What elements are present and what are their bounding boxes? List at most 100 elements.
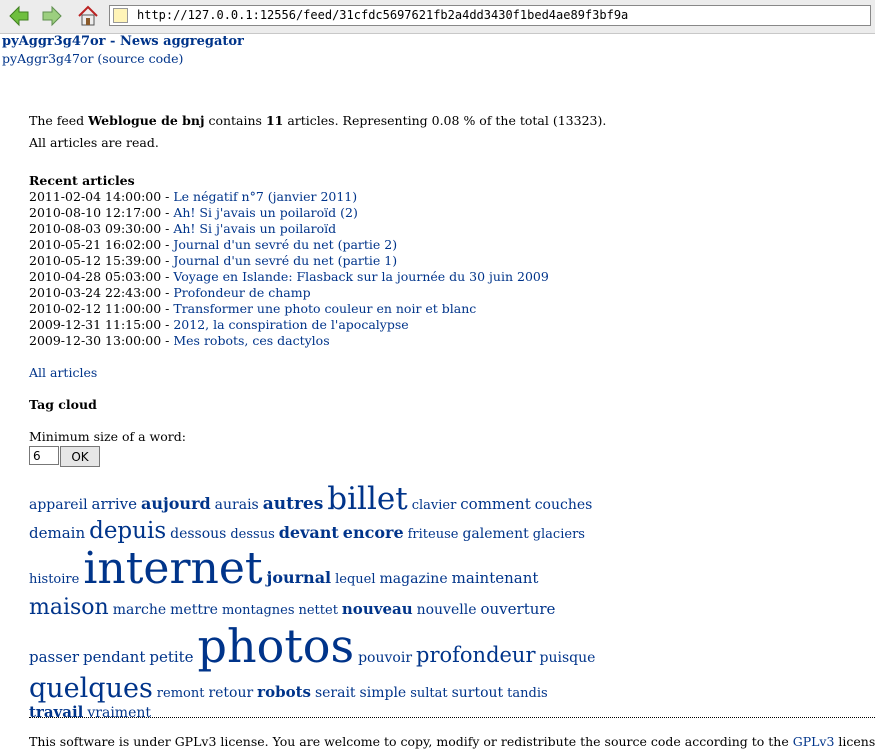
recent-articles-list: 2011-02-04 14:00:00 - Le négatif n°7 (ja… — [29, 189, 869, 349]
article-row: 2009-12-30 13:00:00 - Mes robots, ces da… — [29, 333, 869, 349]
article-link[interactable]: Ah! Si j'avais un poilaroïd — [173, 221, 336, 236]
back-arrow-icon[interactable] — [7, 4, 31, 28]
tag-word-link[interactable]: internet — [83, 543, 262, 594]
tag-word-link[interactable]: petite — [149, 648, 193, 666]
tag-word-link[interactable]: nouveau — [342, 600, 413, 618]
article-row: 2010-03-24 22:43:00 - Profondeur de cham… — [29, 285, 869, 301]
article-link[interactable]: Journal d'un sevré du net (partie 2) — [173, 237, 397, 252]
tag-word-link[interactable]: mettre — [170, 602, 218, 618]
summary-middle: contains — [204, 113, 266, 128]
tag-word-link[interactable]: retour — [208, 685, 253, 701]
footer-text-end: license. — [838, 734, 875, 749]
tag-word-link[interactable]: couches — [535, 497, 593, 513]
tag-word-link[interactable]: encore — [343, 523, 404, 542]
address-bar[interactable]: http://127.0.0.1:12556/feed/31cfdc569762… — [109, 5, 871, 26]
tag-word-link[interactable]: dessus — [230, 527, 274, 542]
tag-word-link[interactable]: montagnes — [222, 603, 295, 618]
home-icon[interactable] — [76, 4, 100, 28]
tag-word-link[interactable]: demain — [29, 524, 85, 542]
tag-word-link[interactable]: maintenant — [452, 569, 539, 587]
article-row: 2010-02-12 11:00:00 - Transformer une ph… — [29, 301, 869, 317]
tag-word-link[interactable]: dessous — [170, 526, 226, 542]
article-link[interactable]: Journal d'un sevré du net (partie 1) — [173, 253, 397, 268]
article-row: 2009-12-31 11:15:00 - 2012, la conspirat… — [29, 317, 869, 333]
article-link[interactable]: Voyage en Islande: Flasback sur la journ… — [173, 269, 548, 284]
article-date: 2009-12-30 13:00:00 - — [29, 333, 174, 348]
tag-word-link[interactable]: tandis — [507, 686, 548, 701]
tag-word-link[interactable]: clavier — [412, 498, 457, 513]
browser-toolbar: http://127.0.0.1:12556/feed/31cfdc569762… — [0, 0, 875, 34]
tag-word-link[interactable]: serait — [315, 685, 356, 701]
tag-word-link[interactable]: simple — [360, 685, 407, 701]
tag-word-link[interactable]: pendant — [83, 648, 145, 666]
url-text[interactable]: http://127.0.0.1:12556/feed/31cfdc569762… — [137, 8, 628, 22]
tag-word-link[interactable]: vraiment — [87, 705, 151, 721]
article-link[interactable]: Mes robots, ces dactylos — [173, 333, 329, 348]
site-title-link[interactable]: pyAggr3g47or - News aggregator — [2, 34, 244, 49]
tag-word-link[interactable]: aujourd — [141, 494, 211, 513]
tag-word-link[interactable]: friteuse — [408, 527, 459, 542]
tag-word-link[interactable]: puisque — [539, 650, 595, 666]
article-date: 2011-02-04 14:00:00 - — [29, 189, 174, 204]
summary-suffix: articles. Representing 0.08 % of the tot… — [283, 113, 607, 128]
tag-word-link[interactable]: billet — [327, 481, 407, 517]
tag-word-link[interactable]: quelques — [29, 673, 153, 704]
min-size-input[interactable] — [29, 446, 59, 465]
tag-word-link[interactable]: maison — [29, 595, 109, 620]
tag-word-link[interactable]: journal — [267, 568, 332, 587]
tag-word-link[interactable]: ouverture — [480, 600, 555, 618]
article-date: 2010-08-10 12:17:00 - — [29, 205, 174, 220]
tag-cloud-heading: Tag cloud — [29, 397, 97, 412]
tag-word-link[interactable]: comment — [460, 495, 530, 513]
article-date: 2010-03-24 22:43:00 - — [29, 285, 174, 300]
gplv3-link[interactable]: GPLv3 — [793, 734, 835, 749]
tag-word-link[interactable]: marche — [113, 602, 166, 618]
article-date: 2010-02-12 11:00:00 - — [29, 301, 174, 316]
article-link[interactable]: Ah! Si j'avais un poilaroïd (2) — [173, 205, 358, 220]
article-date: 2010-08-03 09:30:00 - — [29, 221, 174, 236]
article-row: 2011-02-04 14:00:00 - Le négatif n°7 (ja… — [29, 189, 869, 205]
tag-word-link[interactable]: devant — [279, 523, 339, 542]
article-date: 2010-05-21 16:02:00 - — [29, 237, 174, 252]
article-link[interactable]: Le négatif n°7 (janvier 2011) — [173, 189, 357, 204]
article-link[interactable]: 2012, la conspiration de l'apocalypse — [173, 317, 408, 332]
tag-word-link[interactable]: nettet — [298, 603, 337, 618]
tag-word-link[interactable]: appareil — [29, 497, 88, 513]
forward-arrow-icon[interactable] — [40, 4, 64, 28]
article-date: 2010-04-28 05:03:00 - — [29, 269, 174, 284]
main-content: The feed Weblogue de bnj contains 11 art… — [29, 113, 869, 721]
feed-summary: The feed Weblogue de bnj contains 11 art… — [29, 113, 869, 129]
tag-word-link[interactable]: photos — [198, 619, 355, 673]
article-link[interactable]: Profondeur de champ — [173, 285, 310, 300]
tag-word-link[interactable]: glaciers — [533, 527, 585, 542]
article-link[interactable]: Transformer une photo couleur en noir et… — [173, 301, 476, 316]
tag-word-link[interactable]: pouvoir — [358, 650, 412, 666]
tag-word-link[interactable]: histoire — [29, 572, 79, 587]
summary-prefix: The feed — [29, 113, 89, 128]
article-date: 2010-05-12 15:39:00 - — [29, 253, 174, 268]
all-articles-link[interactable]: All articles — [29, 365, 97, 380]
tag-word-link[interactable]: magazine — [380, 571, 448, 587]
tag-word-link[interactable]: galement — [462, 526, 528, 542]
tag-word-link[interactable]: remont — [157, 686, 205, 701]
min-size-form: OK — [29, 446, 869, 468]
tag-word-link[interactable]: sultat — [410, 686, 447, 701]
ok-button[interactable]: OK — [60, 446, 100, 467]
tag-word-link[interactable]: travail — [29, 703, 83, 721]
article-count: 11 — [265, 113, 284, 128]
tag-cloud: appareil arrive aujourd aurais autres bi… — [29, 481, 599, 721]
tag-word-link[interactable]: robots — [257, 683, 311, 701]
article-row: 2010-08-10 12:17:00 - Ah! Si j'avais un … — [29, 205, 869, 221]
tag-word-link[interactable]: arrive — [92, 495, 137, 513]
tag-word-link[interactable]: depuis — [89, 518, 166, 544]
min-size-label: Minimum size of a word: — [29, 429, 186, 444]
tag-word-link[interactable]: aurais — [215, 497, 259, 513]
tag-word-link[interactable]: profondeur — [416, 643, 536, 667]
tag-word-link[interactable]: surtout — [452, 685, 504, 701]
tag-word-link[interactable]: autres — [263, 494, 324, 514]
article-row: 2010-04-28 05:03:00 - Voyage en Islande:… — [29, 269, 869, 285]
source-code-link[interactable]: pyAggr3g47or (source code) — [2, 51, 183, 66]
tag-word-link[interactable]: lequel — [335, 572, 375, 587]
tag-word-link[interactable]: passer — [29, 648, 79, 666]
tag-word-link[interactable]: nouvelle — [417, 602, 477, 618]
